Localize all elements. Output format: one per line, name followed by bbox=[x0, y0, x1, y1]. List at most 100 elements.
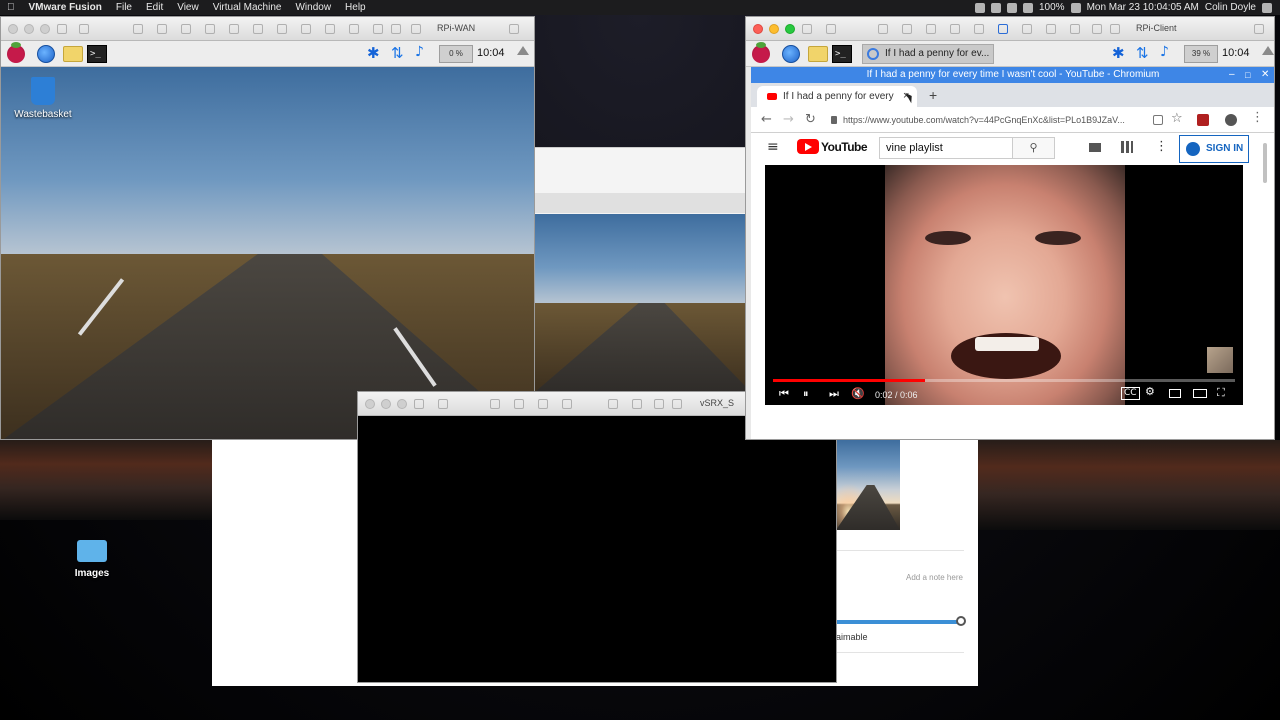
window-icon[interactable] bbox=[1254, 24, 1264, 34]
close-icon[interactable]: ✕ bbox=[1261, 67, 1269, 83]
panel-clock[interactable]: 10:04 bbox=[477, 47, 505, 59]
volume-icon[interactable]: ♪ bbox=[1160, 44, 1169, 60]
display-icon[interactable] bbox=[349, 24, 359, 34]
printer-icon[interactable] bbox=[608, 399, 618, 409]
captions-icon[interactable]: CC bbox=[1121, 387, 1140, 400]
close-button[interactable] bbox=[365, 399, 375, 409]
vsrx-console[interactable] bbox=[358, 416, 836, 682]
file-manager-icon[interactable] bbox=[63, 46, 83, 62]
taskbar-chromium-button[interactable]: If I had a penny for ev... bbox=[862, 44, 994, 64]
profile-icon[interactable] bbox=[1225, 114, 1237, 126]
zoom-button[interactable] bbox=[397, 399, 407, 409]
sign-in-button[interactable]: SIGN IN bbox=[1179, 135, 1249, 163]
browser-tab[interactable]: If I had a penny for every × bbox=[757, 86, 917, 107]
settings-gear-icon[interactable]: ⚙ bbox=[1145, 385, 1155, 398]
previous-icon[interactable]: ⏮ bbox=[779, 387, 789, 401]
theater-mode-icon[interactable] bbox=[1193, 389, 1207, 398]
menu-virtual-machine[interactable]: Virtual Machine bbox=[206, 0, 289, 15]
network-arrows-icon[interactable]: ⇅ bbox=[391, 44, 404, 62]
disk-icon[interactable] bbox=[632, 399, 642, 409]
sharing-icon[interactable] bbox=[538, 399, 548, 409]
audio-icon[interactable] bbox=[253, 24, 263, 34]
display-icon[interactable] bbox=[1092, 24, 1102, 34]
notification-center-icon[interactable] bbox=[1262, 2, 1272, 13]
wifi-icon[interactable] bbox=[1022, 2, 1033, 13]
bluetooth-icon[interactable]: ✱ bbox=[367, 44, 380, 62]
menu-app-name[interactable]: VMware Fusion bbox=[22, 0, 109, 15]
video-player[interactable]: ⏮ ⏸ ⏭ 🔇 0:02 / 0:06 CC ⚙ ⛶ bbox=[765, 165, 1243, 405]
network-icon[interactable] bbox=[157, 24, 167, 34]
terminal-icon[interactable]: >_ bbox=[832, 45, 852, 63]
pause-icon[interactable] bbox=[802, 24, 812, 34]
raspberry-menu-icon[interactable] bbox=[7, 42, 25, 63]
fullscreen-icon[interactable]: ⛶ bbox=[1217, 386, 1225, 400]
camera-icon[interactable] bbox=[301, 24, 311, 34]
pause-icon[interactable]: ⏸ bbox=[803, 387, 809, 401]
menu-view[interactable]: View bbox=[170, 0, 206, 15]
usb-icon[interactable] bbox=[562, 399, 572, 409]
menu-file[interactable]: File bbox=[109, 0, 139, 15]
miniplayer-icon[interactable] bbox=[1169, 389, 1181, 398]
chevron-left-icon[interactable] bbox=[411, 24, 421, 34]
next-icon[interactable]: ⏭ bbox=[829, 387, 839, 401]
menu-window[interactable]: Window bbox=[288, 0, 338, 15]
window-icon[interactable] bbox=[509, 24, 519, 34]
status-icon[interactable] bbox=[974, 2, 985, 13]
clipboard-icon[interactable] bbox=[373, 24, 383, 34]
address-bar[interactable]: https://www.youtube.com/watch?v=44PcGnqE… bbox=[843, 111, 1159, 129]
audio-icon[interactable] bbox=[998, 24, 1008, 34]
background-slider-track[interactable] bbox=[832, 620, 960, 624]
browser-icon[interactable] bbox=[782, 45, 800, 63]
printer-icon[interactable] bbox=[229, 24, 239, 34]
keyboard-icon[interactable] bbox=[325, 24, 335, 34]
menubar-user[interactable]: Colin Doyle bbox=[1205, 2, 1256, 13]
usb-icon[interactable] bbox=[205, 24, 215, 34]
new-tab-button[interactable]: + bbox=[929, 87, 937, 103]
browser-icon[interactable] bbox=[37, 45, 55, 63]
search-button[interactable]: ⚲ bbox=[1013, 137, 1055, 159]
close-button[interactable] bbox=[8, 24, 18, 34]
snapshot-icon[interactable] bbox=[79, 24, 89, 34]
images-folder[interactable]: Images bbox=[70, 540, 114, 600]
lock-icon[interactable] bbox=[831, 116, 837, 124]
wastebasket-icon-group[interactable]: Wastebasket bbox=[11, 75, 75, 129]
disk-icon[interactable] bbox=[1022, 24, 1032, 34]
usb-icon[interactable] bbox=[950, 24, 960, 34]
eject-icon[interactable] bbox=[517, 46, 529, 55]
zoom-button[interactable] bbox=[785, 24, 795, 34]
vm-titlebar[interactable]: RPi-Client bbox=[746, 17, 1274, 41]
bookmark-star-icon[interactable]: ☆ bbox=[1171, 111, 1183, 126]
mute-icon[interactable]: 🔇 bbox=[851, 387, 865, 400]
settings-icon[interactable] bbox=[490, 399, 500, 409]
create-video-icon[interactable] bbox=[1089, 143, 1101, 152]
network-icon[interactable] bbox=[514, 399, 524, 409]
back-icon[interactable]: ← bbox=[761, 112, 772, 127]
snapshot-icon[interactable] bbox=[438, 399, 448, 409]
camera-icon[interactable] bbox=[1046, 24, 1056, 34]
note-placeholder[interactable]: Add a note here bbox=[906, 573, 963, 582]
site-settings-icon[interactable] bbox=[1153, 115, 1163, 125]
search-input[interactable]: vine playlist bbox=[879, 137, 1013, 159]
minimize-button[interactable] bbox=[381, 399, 391, 409]
sharing-icon[interactable] bbox=[926, 24, 936, 34]
youtube-logo-text[interactable]: YouTube bbox=[821, 140, 868, 154]
display-icon[interactable] bbox=[654, 399, 664, 409]
pause-icon[interactable] bbox=[414, 399, 424, 409]
close-button[interactable] bbox=[753, 24, 763, 34]
zoom-button[interactable] bbox=[40, 24, 50, 34]
network-arrows-icon[interactable]: ⇅ bbox=[1136, 44, 1149, 62]
extension-icon[interactable] bbox=[1197, 114, 1209, 126]
apps-grid-icon[interactable] bbox=[1121, 141, 1133, 153]
progress-bar[interactable] bbox=[773, 379, 1235, 382]
hamburger-menu-icon[interactable]: ≡ bbox=[767, 139, 779, 155]
chevron-left-icon[interactable] bbox=[672, 399, 682, 409]
settings-dots-icon[interactable]: ⋮ bbox=[1155, 139, 1168, 154]
settings-icon[interactable] bbox=[878, 24, 888, 34]
maximize-icon[interactable]: □ bbox=[1245, 67, 1250, 83]
chevron-left-icon[interactable] bbox=[1110, 24, 1120, 34]
bluetooth-icon[interactable] bbox=[1006, 2, 1017, 13]
minimize-button[interactable] bbox=[24, 24, 34, 34]
network-icon[interactable] bbox=[902, 24, 912, 34]
keyboard-icon[interactable] bbox=[1070, 24, 1080, 34]
fullscreen-icon[interactable] bbox=[391, 24, 401, 34]
